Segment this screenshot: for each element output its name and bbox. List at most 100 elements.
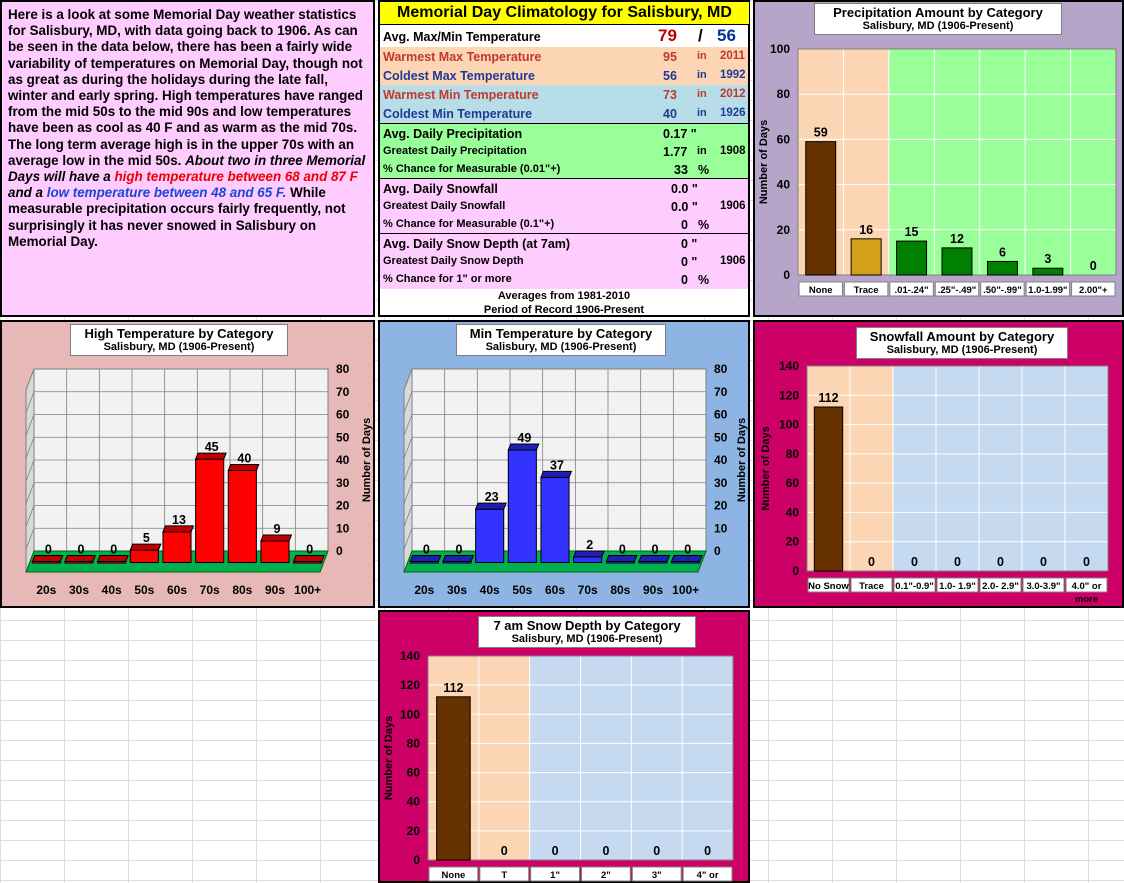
x-tick-label: 2.00"+ xyxy=(1079,285,1108,296)
avg-sep: / xyxy=(698,26,703,45)
data-label: 16 xyxy=(859,223,873,237)
y-tick-label: 60 xyxy=(336,408,350,422)
warmest-max-value: 95 xyxy=(663,50,677,64)
x-tick-label: 4" or xyxy=(697,870,719,881)
precip-chance-label: % Chance for Measurable (0.01"+) xyxy=(383,163,561,175)
intro-text-panel: Here is a look at some Memorial Day weat… xyxy=(0,0,375,317)
x-tick-label: 20s xyxy=(414,583,434,597)
y-tick-label: 140 xyxy=(400,649,420,663)
bar-2 xyxy=(475,508,505,564)
intro-paragraph: Here is a look at some Memorial Day weat… xyxy=(8,7,363,168)
y-tick-label: 80 xyxy=(777,87,791,101)
x-tick-label: 2.0- 2.9" xyxy=(982,581,1019,592)
bar-0 xyxy=(436,696,471,861)
y-tick-label: 120 xyxy=(400,678,420,692)
bar-3 xyxy=(129,549,159,563)
min-chart-svg: 01020304050607080Number of Days0 02349372… xyxy=(403,362,748,597)
y-tick-label: 10 xyxy=(714,521,728,535)
x-tick-label: 70s xyxy=(578,583,598,597)
x-tick-label: 30s xyxy=(69,583,89,597)
x-tick-label: 50s xyxy=(134,583,154,597)
x-tick-label: .01-.24" xyxy=(895,285,929,296)
data-label: 0 xyxy=(552,844,559,858)
x-tick-label: 60s xyxy=(545,583,565,597)
data-label: 0 xyxy=(1040,555,1047,569)
x-tick-label: 50s xyxy=(512,583,532,597)
coldest-min-in: in xyxy=(697,107,707,119)
y-axis-label: Number of Days xyxy=(758,120,770,204)
x-tick-label: .25"-.49" xyxy=(938,285,977,296)
precip-chance-pct: % xyxy=(698,163,710,177)
data-label: 0 xyxy=(911,555,918,569)
intro-italic-and: and a xyxy=(8,185,43,201)
y-tick-label: 100 xyxy=(400,707,420,721)
y-tick-label: 100 xyxy=(770,42,790,56)
data-label: 0 xyxy=(501,844,508,858)
warmest-min-value: 73 xyxy=(663,88,677,102)
data-label: 0 xyxy=(1090,259,1097,273)
y-tick-label: 20 xyxy=(407,824,421,838)
data-label: 2 xyxy=(586,538,593,552)
y-tick-label: 40 xyxy=(407,795,421,809)
precip-avg-label: Avg. Daily Precipitation xyxy=(383,127,523,141)
y-tick-label: 70 xyxy=(714,385,728,399)
y-tick-label: 30 xyxy=(336,476,350,490)
x-tick-label: 80s xyxy=(232,583,252,597)
x-tick-label: None xyxy=(809,285,833,296)
y-tick-label: 120 xyxy=(779,388,799,402)
precip-greatest-value: 1.77 xyxy=(663,145,688,159)
intro-low-range-text: low temperature between 48 and 65 F. xyxy=(46,185,287,201)
bar-3 xyxy=(507,449,537,563)
avg-temp-row: Avg. Max/Min Temperature 79 / 56 xyxy=(380,25,748,47)
data-label: 0 xyxy=(684,543,691,557)
data-label: 0 xyxy=(868,555,875,569)
x-tick-label: 40s xyxy=(102,583,122,597)
avg-temp-label: Avg. Max/Min Temperature xyxy=(383,30,541,44)
data-label: 12 xyxy=(950,232,964,246)
y-axis-label: Number of Days xyxy=(361,418,373,502)
bar-5 xyxy=(195,458,225,563)
bar-4 xyxy=(986,260,1018,276)
data-label: 0 xyxy=(423,543,430,557)
data-label: 0 xyxy=(954,555,961,569)
bar-4 xyxy=(162,531,192,564)
y-tick-label: 20 xyxy=(777,223,791,237)
min-temp-chart-panel: Min Temperature by Category Salisbury, M… xyxy=(378,320,750,608)
warmest-max-label: Warmest Max Temperature xyxy=(383,50,542,64)
x-tick-label: Trace xyxy=(854,285,879,296)
data-label: 6 xyxy=(999,245,1006,259)
y-tick-label: 60 xyxy=(714,408,728,422)
data-label: 5 xyxy=(143,531,150,545)
x-tick-label: No Snow xyxy=(808,581,849,592)
climatology-title: Memorial Day Climatology for Salisbury, … xyxy=(380,2,749,25)
data-label: 0 xyxy=(652,543,659,557)
warmest-max-year: 2011 xyxy=(720,50,745,62)
x-tick-label: 20s xyxy=(36,583,56,597)
snowfall-chart-panel: Snowfall Amount by Category Salisbury, M… xyxy=(753,320,1124,608)
intro-high-range-text: high temperature between 68 and 87 F xyxy=(114,169,358,185)
depth-greatest-label: Greatest Daily Snow Depth xyxy=(383,255,524,267)
y-tick-label: 30 xyxy=(714,476,728,490)
y-tick-label: 0 xyxy=(792,564,799,578)
bar-0 xyxy=(805,141,837,276)
precip-chart-svg: 0 20 40 60 80 100 Number of Days 59 16 15 12 6 3 0 Non… xyxy=(758,42,1117,297)
data-label: 59 xyxy=(814,126,828,140)
coldest-min-value: 40 xyxy=(663,107,677,121)
coldest-max-in: in xyxy=(697,69,707,81)
data-label: 13 xyxy=(172,513,186,527)
precip-greatest-year: 1908 xyxy=(720,145,746,157)
x-tick-label: 60s xyxy=(167,583,187,597)
y-tick-label: 20 xyxy=(786,535,800,549)
data-label: 112 xyxy=(818,391,838,405)
bar-5 xyxy=(573,556,603,563)
x-tick-label: 1.0-1.99" xyxy=(1028,285,1067,296)
y-tick-label: 60 xyxy=(786,476,800,490)
snow-avg-label: Avg. Daily Snowfall xyxy=(383,182,498,196)
x-tick-label: .50"-.99" xyxy=(983,285,1022,296)
y-tick-label: 70 xyxy=(336,385,350,399)
x-tick-label: None xyxy=(442,870,466,881)
snow-chance-value: 0 xyxy=(681,218,688,232)
x-tick-label: 0.1"-0.9" xyxy=(895,581,934,592)
warmest-min-row: Warmest Min Temperature 73 in 2012 xyxy=(380,85,748,104)
y-tick-label: 20 xyxy=(336,499,350,513)
